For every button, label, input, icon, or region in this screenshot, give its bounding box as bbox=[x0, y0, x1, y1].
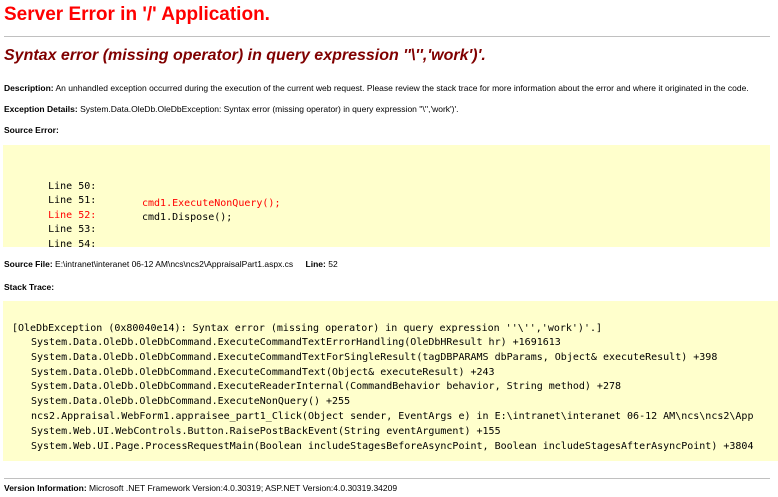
stack-trace-line: System.Data.OleDb.OleDbCommand.ExecuteCo… bbox=[31, 337, 561, 348]
stack-trace-box: [OleDbException (0x80040e14): Syntax err… bbox=[3, 301, 778, 461]
exception-details-line: Exception Details: System.Data.OleDb.Ole… bbox=[4, 104, 458, 114]
stack-trace-line: System.Web.UI.WebControls.Button.RaisePo… bbox=[31, 426, 501, 437]
source-line-number: Line 54: bbox=[48, 239, 97, 247]
footer-divider bbox=[4, 478, 770, 479]
exception-details-label: Exception Details: bbox=[4, 104, 78, 114]
version-label: Version Information: bbox=[4, 483, 87, 493]
source-error-box: Line 50: Line 51: Line 52: cmd1.ExecuteN… bbox=[3, 145, 770, 247]
stack-trace-line: System.Data.OleDb.OleDbCommand.ExecuteCo… bbox=[31, 367, 495, 378]
source-line-code: cmd1.Dispose(); bbox=[142, 212, 233, 223]
description-label: Description: bbox=[4, 83, 54, 93]
source-file-label: Source File: bbox=[4, 259, 53, 269]
stack-trace-label: Stack Trace: bbox=[4, 282, 55, 292]
page-title: Server Error in '/' Application. bbox=[4, 4, 270, 25]
source-file-path: E:\intranet\interanet 06-12 AM\ncs\ncs2\… bbox=[55, 259, 294, 269]
version-information-line: Version Information: Microsoft .NET Fram… bbox=[4, 483, 397, 493]
source-line-code: cmd1.ExecuteNonQuery(); bbox=[142, 198, 281, 209]
stack-trace-line: [OleDbException (0x80040e14): Syntax err… bbox=[12, 323, 603, 334]
source-file-line: Source File: E:\intranet\interanet 06-12… bbox=[4, 259, 338, 269]
source-line-label: Line: bbox=[305, 259, 326, 269]
exception-details-text: System.Data.OleDb.OleDbException: Syntax… bbox=[80, 104, 459, 114]
title-divider bbox=[4, 36, 770, 37]
stack-trace-line: System.Web.UI.Page.ProcessRequestMain(Bo… bbox=[31, 441, 754, 452]
version-text: Microsoft .NET Framework Version:4.0.303… bbox=[89, 483, 398, 493]
stack-trace-line: System.Data.OleDb.OleDbCommand.ExecuteNo… bbox=[31, 396, 351, 407]
stack-trace-line: System.Data.OleDb.OleDbCommand.ExecuteCo… bbox=[31, 352, 718, 363]
description-line: Description: An unhandled exception occu… bbox=[4, 83, 749, 93]
error-page: Server Error in '/' Application. Syntax … bbox=[0, 0, 778, 497]
stack-trace-line: ncs2.Appraisal.WebForm1.appraisee_part1_… bbox=[31, 411, 754, 422]
stack-trace-line: System.Data.OleDb.OleDbCommand.ExecuteRe… bbox=[31, 381, 622, 392]
source-line: Line 54: bbox=[12, 227, 96, 247]
source-error-label: Source Error: bbox=[4, 125, 59, 135]
description-text: An unhandled exception occurred during t… bbox=[55, 83, 749, 93]
source-line-value: 52 bbox=[328, 259, 338, 269]
error-message-heading: Syntax error (missing operator) in query… bbox=[4, 47, 486, 64]
